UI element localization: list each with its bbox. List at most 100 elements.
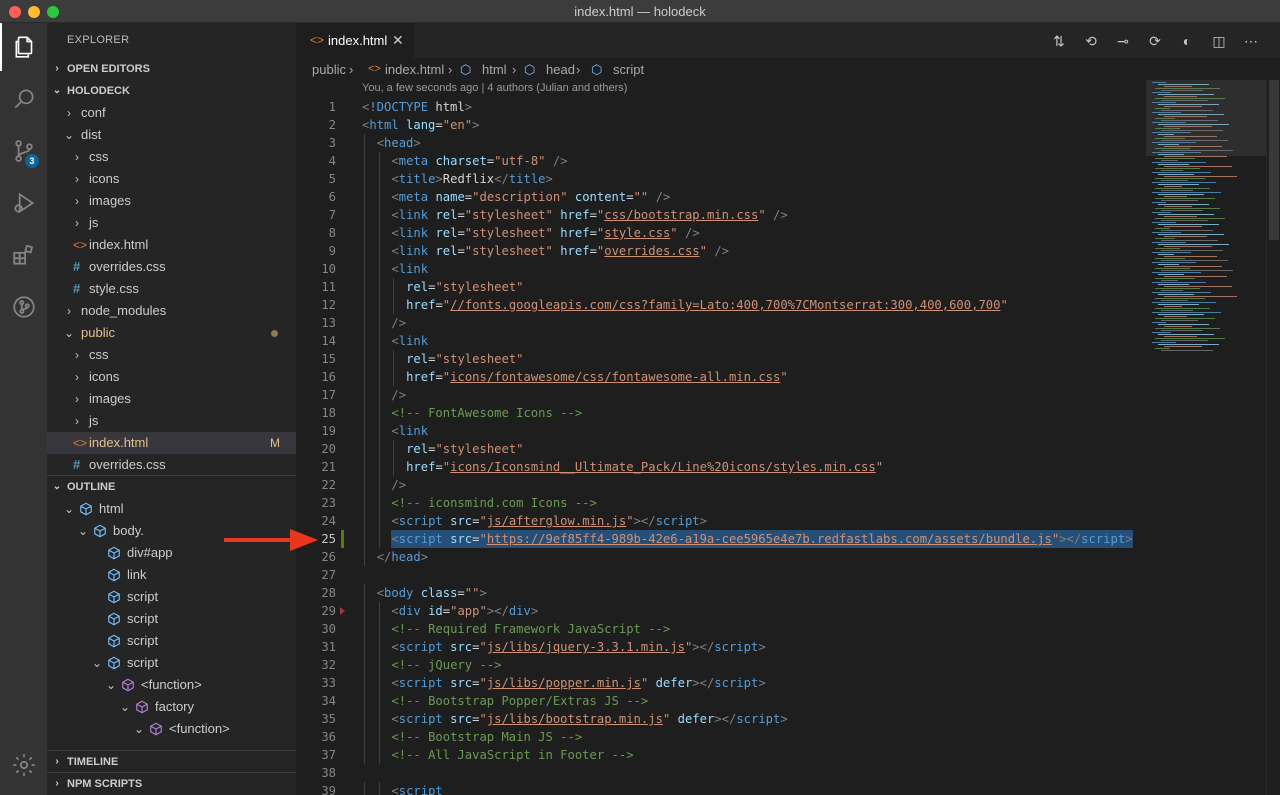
open-editors-section[interactable]: › OPEN EDITORS (47, 58, 296, 80)
vertical-scrollbar[interactable] (1266, 80, 1280, 795)
previous-revision-icon[interactable]: ⟲ (1082, 32, 1100, 50)
outline-item[interactable]: ⌄ <function> (47, 674, 296, 696)
code-line[interactable]: 27 (296, 566, 1146, 584)
code-line[interactable]: 39 <script (296, 782, 1146, 795)
outline-item[interactable]: script (47, 586, 296, 608)
search-icon[interactable] (0, 75, 47, 123)
outline-section[interactable]: ⌄ OUTLINE (47, 475, 296, 497)
outline-item[interactable]: ⌄ factory (47, 696, 296, 718)
code-line[interactable]: 29 <div id="app"></div> (296, 602, 1146, 620)
indent-guide (364, 188, 365, 206)
code-line[interactable]: 35 <script src="js/libs/bootstrap.min.js"… (296, 710, 1146, 728)
code-line[interactable]: 21 href= "icons/Iconsmind__Ultimate_Pack/L… (296, 458, 1146, 476)
settings-gear-icon[interactable] (0, 741, 47, 789)
breadcrumb-index-html[interactable]: index.html (385, 62, 444, 77)
tree-item[interactable]: › js (47, 212, 296, 234)
next-revision-icon[interactable]: ⟳ (1146, 32, 1164, 50)
outline-item[interactable]: ⌄ script (47, 652, 296, 674)
line-number: 27 (321, 568, 336, 582)
minimap-line (1161, 340, 1208, 341)
source-control-icon[interactable]: 3 (0, 127, 47, 175)
run-debug-icon[interactable] (0, 179, 47, 227)
code-line[interactable]: 2 <html lang="en"> (296, 116, 1146, 134)
breadcrumb-html[interactable]: html (482, 62, 507, 77)
code-line[interactable]: 15 rel="stylesheet" (296, 350, 1146, 368)
tree-item[interactable]: # style.css (47, 278, 296, 300)
split-editor-icon[interactable]: ◫ (1210, 32, 1228, 50)
breadcrumb-head[interactable]: head (546, 62, 575, 77)
code-line[interactable]: 37 <!-- All JavaScript in Footer --> (296, 746, 1146, 764)
code-line[interactable]: 33 <script src="js/libs/popper.min.js" de… (296, 674, 1146, 692)
more-actions-icon[interactable]: ⋯ (1242, 32, 1260, 50)
code-line[interactable]: 17 /> (296, 386, 1146, 404)
timeline-section[interactable]: › TIMELINE (47, 750, 296, 772)
tree-item[interactable]: › images (47, 190, 296, 212)
gitlens-icon[interactable] (0, 283, 47, 331)
code-line[interactable]: 30 <!-- Required Framework JavaScript --> (296, 620, 1146, 638)
code-line[interactable]: 18 <!-- FontAwesome Icons --> (296, 404, 1146, 422)
tree-item[interactable]: ⌄ public (47, 322, 296, 344)
tab-index-html[interactable]: <> index.html ✕ (296, 23, 414, 58)
code-line[interactable]: 5 <title>Redflix</title> (296, 170, 1146, 188)
code-line[interactable]: 9 <link rel="stylesheet" href="overrides.… (296, 242, 1146, 260)
code-line[interactable]: 4 <meta charset="utf-8" /> (296, 152, 1146, 170)
code-line[interactable]: 7 <link rel="stylesheet" href="css/bootst… (296, 206, 1146, 224)
code-line[interactable]: 31 <script src="js/libs/jquery-3.3.1.min.… (296, 638, 1146, 656)
outline-item[interactable]: script (47, 630, 296, 652)
code-line[interactable]: 10 <link (296, 260, 1146, 278)
codelens-blame[interactable]: You, a few seconds ago | 4 authors (Juli… (362, 82, 627, 94)
tree-item[interactable]: # overrides.css (47, 454, 296, 476)
code-editor[interactable]: You, a few seconds ago | 4 authors (Juli… (296, 80, 1280, 795)
tree-item[interactable]: <> index.html (47, 234, 296, 256)
code-line[interactable]: 22 /> (296, 476, 1146, 494)
code-line[interactable]: 32 <!-- jQuery --> (296, 656, 1146, 674)
open-changes-icon[interactable]: ⇅ (1050, 32, 1068, 50)
code-line[interactable]: 24 <script src="js/afterglow.min.js"></sc… (296, 512, 1146, 530)
tree-item[interactable]: › icons (47, 168, 296, 190)
code-line[interactable]: 14 <link (296, 332, 1146, 350)
code-line[interactable]: 1 <!DOCTYPE html> (296, 98, 1146, 116)
code-line[interactable]: 11 rel="stylesheet" (296, 278, 1146, 296)
holodeck-section[interactable]: ⌄ HOLODECK (47, 80, 296, 102)
code-line[interactable]: 12 href= "//fonts.googleapis.com/css?famil… (296, 296, 1146, 314)
tree-item[interactable]: › css (47, 146, 296, 168)
code-line[interactable]: 8 <link rel="stylesheet" href="style.css"… (296, 224, 1146, 242)
tree-item[interactable]: <> index.html M (47, 432, 296, 454)
tree-item[interactable]: › conf (47, 102, 296, 124)
outline-item[interactable]: ⌄ <function> (47, 718, 296, 740)
explorer-icon[interactable] (0, 23, 47, 71)
code-line[interactable]: 28 <body class=""> (296, 584, 1146, 602)
code-line[interactable]: 26 </head> (296, 548, 1146, 566)
breadcrumb-public[interactable]: public (312, 62, 346, 77)
commit-icon[interactable]: ⊸ (1114, 32, 1132, 50)
outline-item[interactable]: ⌄ html (47, 498, 296, 520)
code-line[interactable]: 3 <head> (296, 134, 1146, 152)
tree-item[interactable]: › icons (47, 366, 296, 388)
code-line[interactable]: 36 <!-- Bootstrap Main JS --> (296, 728, 1146, 746)
tree-item[interactable]: # overrides.css (47, 256, 296, 278)
code-line[interactable]: 34 <!-- Bootstrap Popper/Extras JS --> (296, 692, 1146, 710)
outline-item[interactable]: script (47, 608, 296, 630)
code-line[interactable]: 25 <script src="https://9ef85ff4-989b-42e… (296, 530, 1146, 548)
code-line[interactable]: 23 <!-- iconsmind.com Icons --> (296, 494, 1146, 512)
blame-icon[interactable]: ◐ (1178, 32, 1196, 50)
minimap[interactable] (1146, 80, 1266, 795)
extensions-icon[interactable] (0, 231, 47, 279)
tree-item[interactable]: › js (47, 410, 296, 432)
tree-item[interactable]: › images (47, 388, 296, 410)
tree-item[interactable]: › node_modules (47, 300, 296, 322)
scrollbar-thumb[interactable] (1269, 80, 1279, 240)
code-line[interactable]: 20 rel="stylesheet" (296, 440, 1146, 458)
code-line[interactable]: 38 (296, 764, 1146, 782)
minimap-viewport[interactable] (1146, 80, 1266, 156)
tree-item[interactable]: ⌄ dist (47, 124, 296, 146)
code-line[interactable]: 13 /> (296, 314, 1146, 332)
close-icon[interactable]: ✕ (392, 32, 404, 49)
breadcrumb-script[interactable]: script (613, 62, 644, 77)
npm-scripts-section[interactable]: › NPM SCRIPTS (47, 772, 296, 794)
tree-item[interactable]: › css (47, 344, 296, 366)
code-line[interactable]: 19 <link (296, 422, 1146, 440)
code-line[interactable]: 6 <meta name="description" content="" /> (296, 188, 1146, 206)
outline-item[interactable]: link (47, 564, 296, 586)
code-line[interactable]: 16 href= "icons/fontawesome/css/fontawesom… (296, 368, 1146, 386)
